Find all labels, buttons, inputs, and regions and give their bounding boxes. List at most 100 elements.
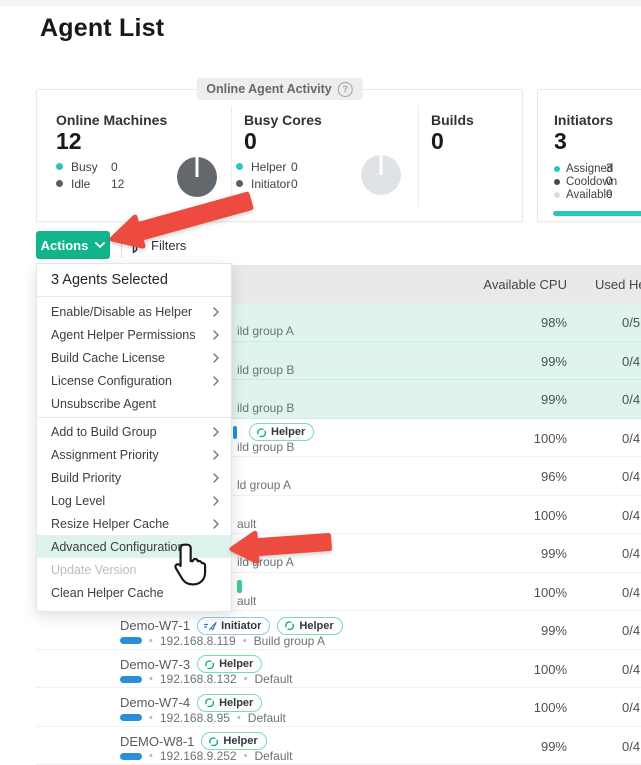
toolbar-divider [121,233,122,258]
initiators-progress-bar [553,211,641,216]
used-helpers-value: 0/4 [622,546,640,561]
used-helpers-value: 0/4 [622,354,640,369]
build-group-fragment: ild group B [237,401,294,415]
busy-cores-title: Busy Cores [244,112,322,128]
table-row[interactable]: Demo-W7-3Helper•192.168.8.132•Default100… [36,650,641,689]
legend-item: Busy0 [56,158,176,175]
filters-label: Filters [151,238,186,253]
os-pill [120,753,142,760]
agent-row-line2: • 192.168.8.119 • Build group A [120,634,325,647]
separator-dot: • [244,750,248,762]
column-header-used-helpers[interactable]: Used Helpers [595,277,641,292]
cpu-value: 99% [541,546,567,561]
helper-badge-label: Helper [219,697,253,709]
menu-item-build-cache-license[interactable]: Build Cache License [37,346,231,369]
used-helpers-value: 0/4 [622,469,640,484]
menu-item-assignment-priority[interactable]: Assignment Priority [37,443,231,466]
agent-name: Demo-W7-4 [120,695,190,710]
table-row[interactable]: Demo-W7-4Helper•192.168.8.95•Default100%… [36,688,641,727]
menu-divider [37,417,231,418]
helper-badge-icon [204,659,215,670]
agent-name: Demo-W7-1 [120,618,190,633]
separator-dot: • [244,673,248,685]
table-row[interactable]: DEMO-W8-1Helper•192.168.9.252•Default99%… [36,727,641,765]
agent-row-line2: •192.168.8.132•Default [120,673,293,686]
helper-badge: Helper [197,655,262,673]
legend-dot [56,180,63,187]
build-group: Build group A [254,634,325,648]
window-edge [0,0,641,6]
filters-button[interactable]: Filters [127,237,186,254]
menu-item-log-level[interactable]: Log Level [37,489,231,512]
menu-item-label: Enable/Disable as Helper [51,305,192,319]
legend-dot [56,163,63,170]
menu-item-clean-helper-cache[interactable]: Clean Helper Cache [37,581,231,604]
menu-item-label: Assignment Priority [51,448,159,462]
menu-item-build-priority[interactable]: Build Priority [37,466,231,489]
selected-agents-count: 3 Agents Selected [37,264,231,297]
build-group-fragment: ild group B [237,440,294,454]
separator-dot: • [243,635,247,647]
column-header-available-cpu[interactable]: Available CPU [483,277,567,292]
used-helpers-value: 0/4 [622,508,640,523]
submenu-chevron [213,353,219,363]
cpu-value: 99% [541,739,567,754]
helper-badge-icon [284,620,295,631]
helper-badge-icon [204,697,215,708]
helper-badge-label: Helper [223,735,257,747]
used-helpers-value: 0/5 [622,315,640,330]
activity-tab-label: Online Agent Activity [206,82,331,96]
menu-item-resize-helper-cache[interactable]: Resize Helper Cache [37,512,231,535]
legend-label: Busy [71,160,98,174]
cpu-value: 99% [541,354,567,369]
legend-value: 0 [291,177,298,191]
submenu-chevron [213,307,219,317]
help-icon[interactable]: ? [338,82,353,97]
legend-item: Idle12 [56,175,176,192]
legend-value: 3 [606,163,612,175]
os-pill [120,676,142,683]
used-helpers-value: 0/4 [622,623,640,638]
menu-item-add-to-build-group[interactable]: Add to Build Group [37,420,231,443]
separator-dot: • [149,635,153,647]
menu-item-label: Resize Helper Cache [51,517,169,531]
cpu-value: 99% [541,392,567,407]
menu-item-label: Advanced Configuration [51,540,184,554]
initiators-legend: Assigned3Cooldown0Available0 [554,162,641,201]
actions-button[interactable]: Actions [36,231,110,259]
separator-dot: • [149,750,153,762]
legend-item: Initiator0 [236,175,356,192]
initiators-value: 3 [554,128,567,155]
agent-ip: 192.168.8.119 [160,634,236,648]
busy-cores-pie-chart [361,155,401,195]
legend-label: Initiator [251,177,290,191]
initiator-badge-label: Initiator [221,620,261,632]
menu-item-enable-disable-as-helper[interactable]: Enable/Disable as Helper [37,300,231,323]
agent-row-line1: Demo-W7-1 Initiator Helper [120,617,343,634]
helper-badge-label: Helper [299,620,333,632]
build-group-fragment: ault [237,594,256,608]
actions-dropdown-menu: 3 Agents Selected Enable/Disable as Help… [36,263,232,612]
submenu-chevron [213,330,219,340]
menu-item-license-configuration[interactable]: License Configuration [37,369,231,392]
build-group-fragment: ld group A [237,478,291,492]
menu-item-advanced-configuration[interactable]: Advanced Configuration [37,535,231,558]
card-divider [231,106,232,207]
legend-value: 12 [111,177,124,191]
legend-dot [236,180,243,187]
actions-button-label: Actions [41,238,89,253]
builds-title: Builds [431,112,474,128]
build-group-fragment: ild group B [237,363,294,377]
menu-item-label: Build Priority [51,471,121,485]
menu-item-unsubscribe-agent[interactable]: Unsubscribe Agent [37,392,231,415]
submenu-chevron-icon [213,473,219,483]
cpu-value: 96% [541,469,567,484]
legend-value: 0 [606,189,612,201]
menu-item-update-version: Update Version [37,558,231,581]
legend-value: 0 [291,160,298,174]
agent-name: DEMO-W8-1 [120,734,194,749]
separator-dot: • [149,712,153,724]
menu-item-agent-helper-permissions[interactable]: Agent Helper Permissions [37,323,231,346]
table-row[interactable]: Demo-W7-1 Initiator Helper • 192.168.8.119 • B… [36,611,641,650]
online-agent-activity-tab: Online Agent Activity ? [196,78,362,100]
